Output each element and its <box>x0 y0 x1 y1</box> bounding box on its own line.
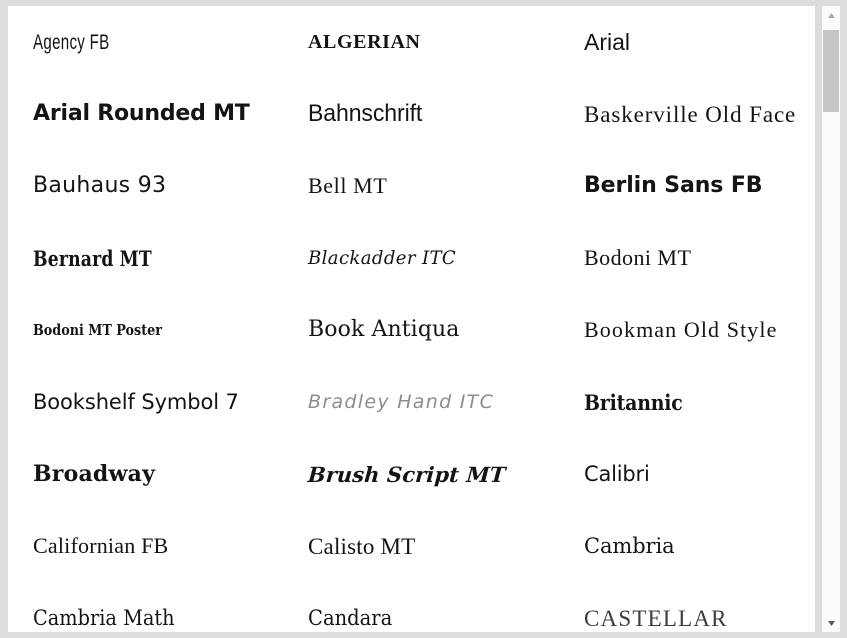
font-row: Bauhaus 93 Bell MT Berlin Sans FB <box>8 150 815 222</box>
font-sample-label: Berlin Sans FB <box>584 173 763 198</box>
font-list-item[interactable]: Britannic <box>584 366 815 438</box>
font-list-item[interactable]: Bradley Hand ITC <box>308 366 584 438</box>
font-sample-label: Agency FB <box>33 30 110 54</box>
font-sample-label: Bodoni MT <box>584 245 692 270</box>
font-sample-label: Brush Script MT <box>307 461 507 487</box>
window-chrome-top <box>0 0 847 6</box>
font-sample-label: Bodoni MT Poster <box>33 320 162 339</box>
font-sample-label: Bauhaus 93 <box>33 173 167 198</box>
font-list-panel[interactable]: Agency FB ALGERIAN Arial Arial Rounded MT Ba… <box>8 6 815 632</box>
font-list-item[interactable]: Bauhaus 93 <box>33 150 308 222</box>
font-list-item[interactable]: Blackadder ITC <box>308 222 584 294</box>
font-row: Californian FB Calisto MT Cambria <box>8 510 815 582</box>
scrollbar-thumb[interactable] <box>823 30 839 112</box>
font-sample-label: Candara <box>308 605 393 630</box>
font-list-item[interactable]: Arial <box>584 6 815 78</box>
font-list-item[interactable]: Californian FB <box>33 510 308 582</box>
font-sample-label: Blackadder ITC <box>308 246 457 269</box>
font-row: Bernard MT Blackadder ITC Bodoni MT <box>8 222 815 294</box>
window-chrome-left <box>0 0 8 638</box>
font-list-item[interactable]: Agency FB <box>33 6 308 78</box>
font-sample-label: Cambria <box>584 533 675 558</box>
font-list-item[interactable]: Berlin Sans FB <box>584 150 815 222</box>
font-sample-label: CASTELLAR <box>584 605 728 631</box>
font-sample-label: Bell MT <box>308 173 388 198</box>
window-chrome-bottom <box>0 632 847 638</box>
window-chrome-right <box>840 0 847 638</box>
font-list-item[interactable]: Calisto MT <box>308 510 584 582</box>
font-list-item[interactable]: Baskerville Old Face <box>584 78 815 150</box>
font-list-item[interactable]: Book Antiqua <box>308 294 584 366</box>
font-list-item[interactable]: Bernard MT <box>33 222 308 294</box>
font-grid: Agency FB ALGERIAN Arial Arial Rounded MT Ba… <box>8 6 815 632</box>
font-sample-label: Bookshelf Symbol 7 <box>33 389 239 414</box>
font-list-item[interactable]: Bell MT <box>308 150 584 222</box>
font-sample-label: Calibri <box>584 461 650 486</box>
font-sample-label: Britannic <box>584 389 683 415</box>
vertical-scrollbar[interactable] <box>822 6 840 632</box>
font-sample-label: Broadway <box>33 461 156 487</box>
font-list-item[interactable]: Bookshelf Symbol 7 <box>33 366 308 438</box>
font-sample-label: Book Antiqua <box>308 317 460 342</box>
font-sample-label: Bookman Old Style <box>584 317 778 342</box>
font-list-item[interactable]: Broadway <box>33 438 308 510</box>
font-sample-label: Bradley Hand ITC <box>308 390 495 413</box>
font-list-item[interactable]: ALGERIAN <box>308 6 584 78</box>
font-sample-label: Arial Rounded MT <box>33 101 250 126</box>
font-sample-label: Californian FB <box>33 533 169 558</box>
font-list-item[interactable]: Bodoni MT <box>584 222 815 294</box>
font-list-item[interactable]: Bodoni MT Poster <box>33 294 308 366</box>
window-frame: Agency FB ALGERIAN Arial Arial Rounded MT Ba… <box>0 0 847 638</box>
font-sample-label: Baskerville Old Face <box>584 101 797 127</box>
scroll-down-arrow-icon[interactable] <box>822 614 840 632</box>
font-list-item[interactable]: CASTELLAR <box>584 582 815 632</box>
font-list-item[interactable]: Calibri <box>584 438 815 510</box>
font-sample-label: Bahnschrift <box>308 100 423 127</box>
font-list-item[interactable]: Brush Script MT <box>307 438 584 510</box>
font-sample-label: Arial <box>584 28 631 55</box>
font-sample-label: Calisto MT <box>308 533 416 559</box>
font-row: Arial Rounded MT Bahnschrift Baskerville O… <box>8 78 815 150</box>
font-list-item[interactable]: Arial Rounded MT <box>33 78 308 150</box>
font-sample-label: Bernard MT <box>33 245 152 271</box>
font-list-item[interactable]: Candara <box>308 582 584 632</box>
font-list-item[interactable]: Bahnschrift <box>308 78 584 150</box>
font-list-item[interactable]: Cambria <box>584 510 815 582</box>
font-row: Agency FB ALGERIAN Arial <box>8 6 815 78</box>
font-sample-label: ALGERIAN <box>308 31 421 53</box>
scroll-up-arrow-icon[interactable] <box>822 6 840 24</box>
font-row: Broadway Brush Script MT Calibri <box>8 438 815 510</box>
font-row: Cambria Math Candara CASTELLAR <box>8 582 815 632</box>
font-list-item[interactable]: Bookman Old Style <box>584 294 815 366</box>
font-sample-label: Cambria Math <box>33 605 175 630</box>
font-row: Bookshelf Symbol 7 Bradley Hand ITC Britan… <box>8 366 815 438</box>
font-list-item[interactable]: Cambria Math <box>33 582 308 632</box>
font-row: Bodoni MT Poster Book Antiqua Bookman Old … <box>8 294 815 366</box>
